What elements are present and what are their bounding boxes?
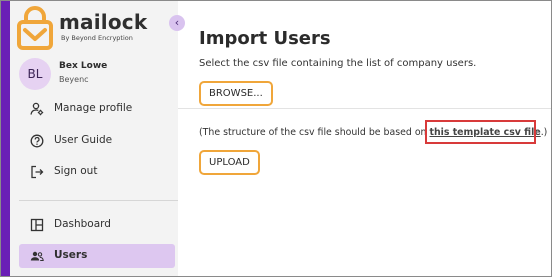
sidebar-item-manage-profile[interactable]: Manage profile [19,97,175,121]
page-title: Import Users [199,28,331,49]
dashboard-icon [30,218,44,232]
sign-out-icon [31,165,44,179]
sidebar-item-sign-out[interactable]: Sign out [19,160,175,184]
browse-button[interactable]: BROWSE... [199,81,273,106]
app-window: mailock By Beyond Encryption BL Bex Lowe… [0,0,552,277]
brand[interactable]: mailock By Beyond Encryption [17,6,167,50]
brand-name: mailock [59,10,148,34]
main-content: Import Users Select the csv file contain… [178,1,551,276]
user-org: Beyenc [59,75,89,84]
sidebar: mailock By Beyond Encryption BL Bex Lowe… [10,1,178,276]
highlight-box [425,120,536,144]
user-profile: BL Bex Lowe Beyenc [19,58,169,90]
sidebar-item-label: Dashboard [54,218,111,230]
help-circle-icon [30,134,44,148]
upload-button[interactable]: UPLOAD [199,150,260,175]
sidebar-item-dashboard[interactable]: Dashboard [19,213,175,237]
sidebar-item-label: Users [54,249,88,261]
brand-tagline: By Beyond Encryption [61,34,133,42]
sidebar-item-user-guide[interactable]: User Guide [19,129,175,153]
sidebar-item-label: User Guide [54,134,113,146]
avatar: BL [19,58,51,90]
template-note-prefix: (The structure of the csv file should be… [199,127,430,138]
template-note-suffix: .) [540,127,548,138]
user-name: Bex Lowe [59,61,108,71]
user-gear-icon [30,102,44,116]
mailock-logo-icon [17,6,53,50]
accent-bar [1,1,10,276]
sidebar-item-users[interactable]: Users [19,244,175,268]
users-icon [30,251,44,261]
page-subtitle: Select the csv file containing the list … [199,58,477,69]
sidebar-item-label: Manage profile [54,102,133,114]
nav-divider [19,200,178,201]
sidebar-item-label: Sign out [54,165,98,177]
section-divider [178,108,551,109]
